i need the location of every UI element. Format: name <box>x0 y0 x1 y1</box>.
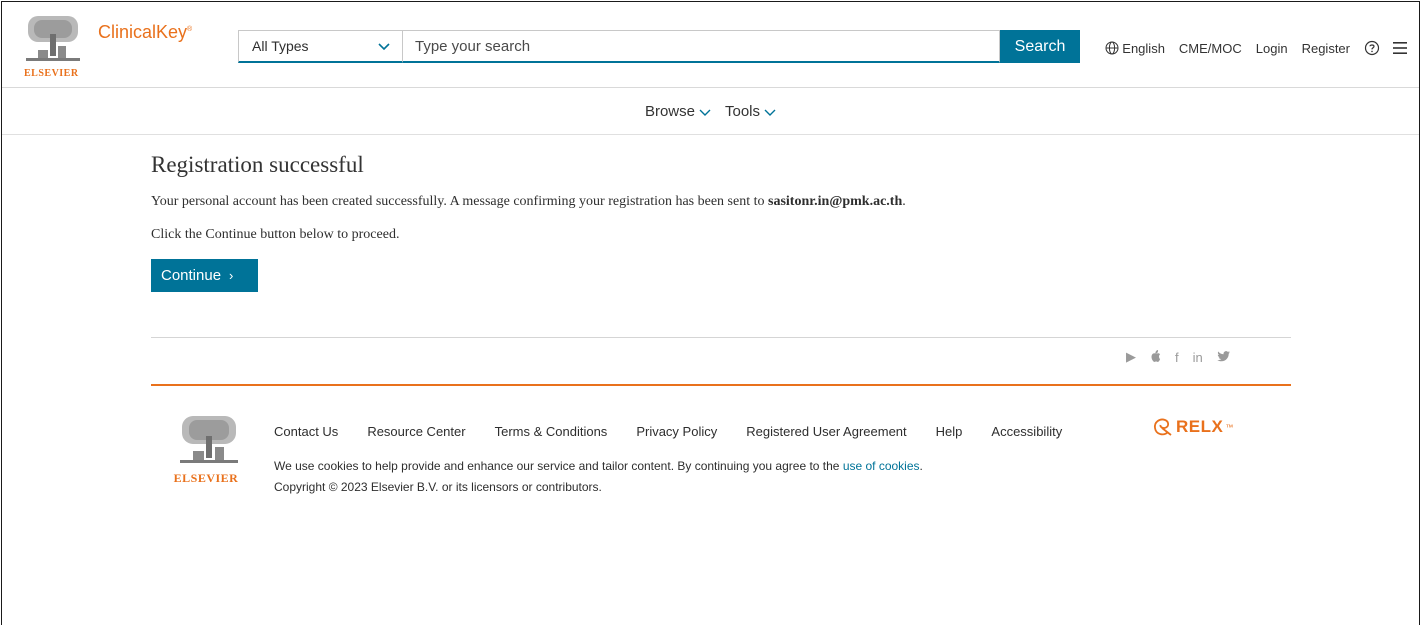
nav-tools[interactable]: Tools <box>725 103 776 120</box>
nav-browse-label: Browse <box>644 103 695 120</box>
chevron-down-icon <box>764 109 776 116</box>
footer-elsevier-wordmark: ELSEVIER <box>173 471 239 485</box>
help-circle-icon[interactable] <box>1364 40 1380 56</box>
browser-frame: ELSEVIER ClinicalKey® All Types Search E… <box>1 1 1420 625</box>
cookie-text: We use cookies to help provide and enhan… <box>274 459 843 473</box>
hamburger-menu-icon[interactable] <box>1392 41 1408 55</box>
social-links: ▶ f in <box>1126 349 1230 365</box>
language-selector[interactable]: English <box>1105 41 1165 56</box>
elsevier-wordmark: ELSEVIER <box>24 68 79 79</box>
brand-mark: ® <box>187 26 193 33</box>
footer-elsevier-logo[interactable]: ELSEVIER <box>166 414 246 492</box>
message-end: . <box>902 194 906 209</box>
chevron-right-icon: › <box>229 268 234 283</box>
registered-email: sasitonr.in@pmk.ac.th <box>768 194 903 209</box>
footer-link-help[interactable]: Help <box>936 424 963 439</box>
continue-instruction: Click the Continue button below to proce… <box>151 227 400 242</box>
content-divider <box>151 337 1291 338</box>
register-link[interactable]: Register <box>1302 41 1350 56</box>
continue-button[interactable]: Continue › <box>151 259 258 292</box>
footer-link-contact-us[interactable]: Contact Us <box>274 424 338 439</box>
footer-links: Contact Us Resource Center Terms & Condi… <box>274 424 1062 439</box>
page-title: Registration successful <box>151 152 364 177</box>
brand-name: ClinicalKey <box>98 22 188 42</box>
footer-link-user-agreement[interactable]: Registered User Agreement <box>746 424 906 439</box>
search-input[interactable] <box>402 30 1000 63</box>
login-link[interactable]: Login <box>1256 41 1288 56</box>
search-button[interactable]: Search <box>1000 30 1080 63</box>
search-bar: All Types Search <box>238 30 1080 63</box>
elsevier-tree-icon <box>26 16 80 61</box>
footer-link-privacy[interactable]: Privacy Policy <box>636 424 717 439</box>
cme-moc-link[interactable]: CME/MOC <box>1179 41 1242 56</box>
cookie-policy-link[interactable]: use of cookies <box>843 459 920 473</box>
relx-logo[interactable]: RELX ™ <box>1152 417 1234 437</box>
play-icon[interactable]: ▶ <box>1126 349 1136 365</box>
footer-link-resource-center[interactable]: Resource Center <box>367 424 465 439</box>
facebook-icon[interactable]: f <box>1175 350 1179 365</box>
footer-link-terms[interactable]: Terms & Conditions <box>495 424 608 439</box>
nav-tools-label: Tools <box>725 103 761 120</box>
content-type-value: All Types <box>252 38 309 54</box>
chevron-down-icon <box>699 109 711 116</box>
clinicalkey-brand[interactable]: ClinicalKey® <box>98 22 192 43</box>
elsevier-logo[interactable]: ELSEVIER <box>24 14 84 79</box>
secondary-nav: Browse Tools <box>2 89 1419 135</box>
utility-nav: English CME/MOC Login Register <box>1105 40 1419 56</box>
content-type-select[interactable]: All Types <box>238 30 402 63</box>
continue-label: Continue <box>161 267 222 284</box>
message-text: Your personal account has been created s… <box>151 194 768 209</box>
confirmation-message: Your personal account has been created s… <box>151 194 1291 210</box>
site-header: ELSEVIER ClinicalKey® All Types Search E… <box>2 2 1419 88</box>
twitter-icon[interactable] <box>1217 350 1230 365</box>
main-content: Registration successful Your personal ac… <box>151 152 1291 292</box>
cookie-notice: We use cookies to help provide and enhan… <box>274 459 923 473</box>
footer-link-accessibility[interactable]: Accessibility <box>991 424 1062 439</box>
linkedin-icon[interactable]: in <box>1193 350 1203 365</box>
apple-icon[interactable] <box>1150 349 1161 365</box>
footer-divider <box>151 384 1291 386</box>
cookie-end: . <box>919 459 923 473</box>
relx-mark-icon <box>1154 418 1172 436</box>
language-label: English <box>1122 40 1165 56</box>
relx-tm: ™ <box>1225 422 1234 432</box>
elsevier-tree-icon <box>180 416 238 463</box>
relx-wordmark: RELX <box>1176 417 1224 436</box>
chevron-down-icon <box>378 43 390 51</box>
globe-icon <box>1105 41 1119 55</box>
copyright: Copyright © 2023 Elsevier B.V. or its li… <box>274 480 602 494</box>
nav-browse[interactable]: Browse <box>645 103 711 120</box>
